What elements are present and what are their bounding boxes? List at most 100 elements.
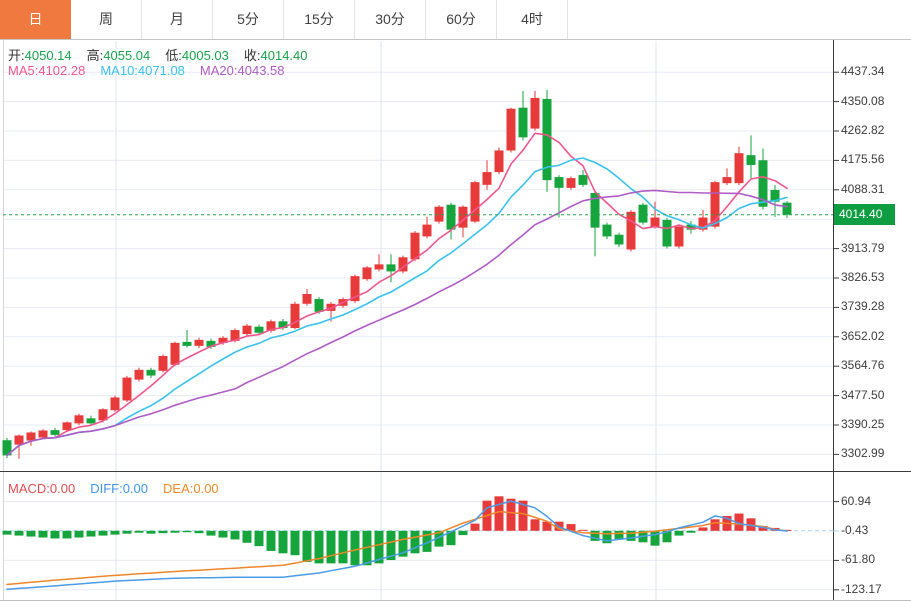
candle	[638, 204, 648, 223]
candle	[254, 326, 264, 333]
macd-bar	[86, 530, 96, 537]
price-tick-label: 3913.79	[841, 240, 885, 255]
ma5-value: 4102.28	[38, 63, 86, 78]
diff-label: DIFF:	[90, 481, 123, 496]
macd-bar	[14, 530, 24, 536]
macd-bar	[350, 530, 360, 566]
macd-bar	[206, 530, 216, 536]
macd-bar	[614, 530, 624, 539]
macd-bar	[326, 530, 336, 564]
candle	[614, 234, 624, 245]
candle	[446, 204, 456, 230]
candle	[182, 341, 192, 346]
candle	[134, 369, 144, 380]
candle	[362, 267, 372, 280]
close-label: 收:	[243, 48, 261, 63]
main-chart[interactable]	[0, 0, 911, 601]
high-label: 高:	[86, 48, 104, 63]
macd-bar	[458, 530, 468, 536]
macd-bar	[278, 530, 288, 554]
macd-bar	[182, 530, 192, 533]
candle	[782, 202, 792, 215]
close-value: 4014.40	[260, 48, 308, 63]
candle	[386, 264, 396, 272]
ma10-line	[6, 157, 788, 457]
candle	[194, 339, 204, 346]
candle	[578, 175, 588, 185]
macd-bar	[686, 530, 696, 533]
macd-bar	[506, 498, 516, 531]
price-tick-label: 4175.56	[841, 152, 885, 167]
candle	[14, 435, 24, 445]
candle	[422, 224, 432, 237]
ma20-value: 4043.58	[237, 63, 285, 78]
macd-bar	[242, 530, 252, 543]
macd-bar	[194, 530, 204, 534]
candle	[506, 108, 516, 151]
macd-bar	[698, 527, 708, 531]
candle	[26, 432, 36, 441]
candle	[62, 422, 72, 431]
price-tick-label: 4437.34	[841, 64, 885, 79]
macd-bar	[50, 530, 60, 539]
macd-bar	[494, 496, 504, 531]
ma5-label: MA5:	[8, 63, 39, 78]
macd-bar	[302, 530, 312, 562]
price-tick-label: 3826.53	[841, 269, 885, 284]
macd-bar	[26, 530, 36, 537]
candle	[170, 342, 180, 365]
candle	[122, 377, 132, 401]
candle	[662, 219, 672, 247]
diff-value: 0.00	[122, 481, 149, 496]
candle	[530, 97, 540, 129]
ma10-label: MA10:	[100, 63, 138, 78]
candle	[158, 356, 168, 371]
kline-chart-app: 日周月 5分 15分 30分 60分 4时 开:4050.14 高:4055.04 低:400…	[0, 0, 911, 601]
candle	[746, 155, 756, 165]
candle	[434, 206, 444, 222]
macd-value: 0.00	[49, 481, 76, 496]
candle	[722, 177, 732, 184]
macd-bar	[218, 530, 228, 538]
candle	[38, 430, 48, 438]
macd-legend: MACD:0.00 DIFF:0.00 DEA:0.00	[8, 481, 219, 496]
low-label: 低:	[165, 48, 182, 63]
candle	[494, 150, 504, 173]
candle	[374, 264, 384, 270]
candle	[602, 224, 612, 237]
macd-bar	[266, 530, 276, 551]
price-tick-label: 4350.08	[841, 93, 885, 108]
candle	[242, 325, 252, 335]
dea-label: DEA:	[163, 481, 194, 496]
macd-label: MACD:	[8, 481, 50, 496]
candle	[518, 107, 528, 138]
macd-bar	[410, 530, 420, 554]
price-tick-label: 3652.02	[841, 328, 885, 343]
candle	[86, 418, 96, 424]
candle	[410, 232, 420, 260]
macd-bar	[650, 530, 660, 546]
candle	[74, 415, 84, 424]
macd-bar	[62, 530, 72, 539]
candle	[554, 177, 564, 188]
candle	[650, 217, 660, 227]
ma20-label: MA20:	[199, 63, 238, 78]
candle	[146, 369, 156, 376]
candle	[566, 178, 576, 188]
macd-tick-label: -123.17	[841, 581, 882, 596]
dea-value: 0.00	[193, 481, 219, 496]
dea-line	[6, 510, 788, 586]
current-price-label: 4014.40	[834, 204, 895, 226]
candle	[482, 172, 492, 185]
price-tick-label: 3390.25	[841, 416, 885, 431]
macd-tick-label: 60.94	[841, 493, 872, 508]
macd-bar	[578, 529, 588, 531]
candles-layer	[2, 89, 792, 459]
macd-bar	[38, 530, 48, 538]
ma5-line	[6, 132, 788, 457]
candle	[110, 397, 120, 411]
macd-bar	[290, 530, 300, 556]
price-tick-label: 3302.99	[841, 446, 885, 461]
macd-bar	[2, 530, 12, 535]
high-value: 4055.04	[103, 48, 151, 63]
